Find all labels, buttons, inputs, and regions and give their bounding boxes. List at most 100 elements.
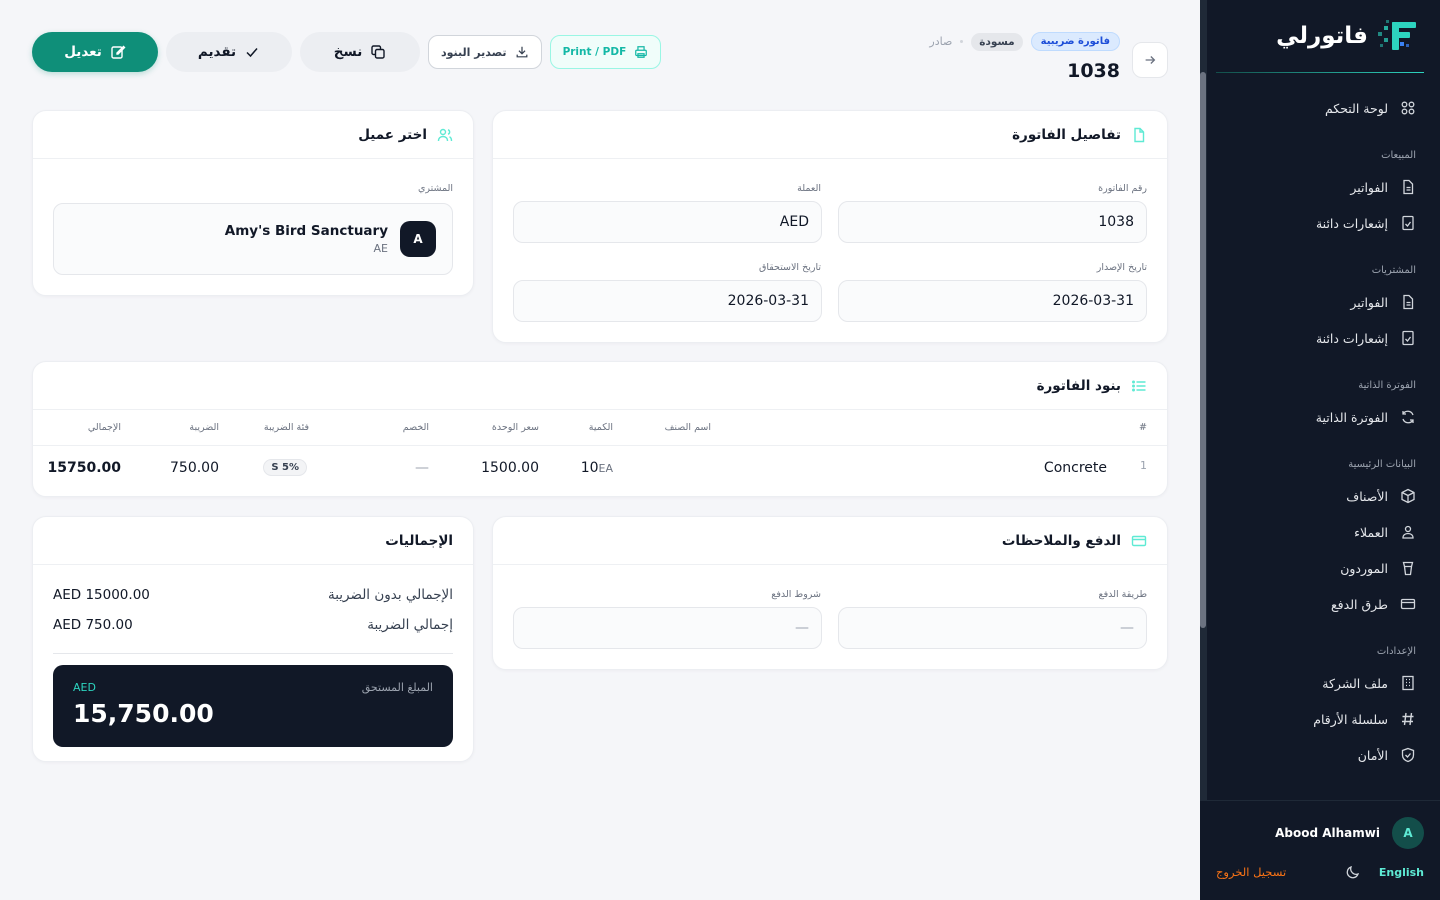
subtotal-label: الإجمالي بدون الضريبة (327, 587, 453, 603)
customer-info: Amy's Bird Sanctuary AE (225, 223, 388, 255)
invoice-items-card: بنود الفاتورة # اسم الصنف الكمية سعر الو… (32, 361, 1168, 497)
user-profile[interactable]: A Abood Alhamwi (1216, 817, 1424, 849)
row-item-name: Concrete (1043, 460, 1107, 476)
payment-method-label: طريقة الدفع (1098, 589, 1147, 600)
amount-due-box: المبلغ المستحق AED 15,750.00 (53, 665, 453, 747)
export-items-label: تصدير البنود (441, 45, 507, 59)
customer-card: اختر عميل المشتري A Amy's Bird Sanctuary… (32, 110, 474, 296)
printer-icon (635, 46, 648, 58)
invoice-details-header: تفاصيل الفاتورة (493, 111, 1167, 159)
tax-total-value: AED 750.00 (53, 617, 133, 633)
customer-country: AE (373, 242, 388, 255)
sidebar-item-purchase-credit-notes[interactable]: إشعارات دائنة (1200, 320, 1440, 356)
issue-date-label: تاريخ الإصدار (1096, 262, 1147, 273)
payment-terms-field[interactable]: — (513, 607, 822, 649)
sidebar-item-self-billing[interactable]: الفوترة الذاتية (1200, 399, 1440, 435)
credit-note-icon (1402, 215, 1414, 231)
row-unit: EA (598, 462, 613, 475)
sidebar-item-sales-credit-notes[interactable]: إشعارات دائنة (1200, 205, 1440, 241)
row-qty-value: 10 (580, 460, 599, 476)
building-icon (1402, 675, 1414, 691)
sidebar-item-dashboard[interactable]: لوحة التحكم (1200, 90, 1440, 126)
print-pdf-button[interactable]: Print / PDF (549, 35, 662, 69)
user-panel: A Abood Alhamwi English تسجيل الخروج (1200, 800, 1440, 900)
totals-divider (53, 653, 453, 654)
users-icon (437, 128, 453, 141)
tax-total-label: إجمالي الضريبة (367, 617, 453, 633)
card-icon (1131, 535, 1147, 546)
subtotal-value: AED 15000.00 (53, 587, 150, 603)
invoice-items-title: بنود الفاتورة (1036, 377, 1121, 394)
sidebar-item-label: طرق الدفع (1331, 596, 1388, 612)
language-toggle[interactable]: English (1379, 866, 1424, 879)
arrow-right-icon (1145, 56, 1156, 64)
user-avatar: A (1392, 817, 1424, 849)
file-icon (1403, 179, 1414, 195)
sidebar-item-purchase-invoices[interactable]: الفواتير (1200, 284, 1440, 320)
export-items-button[interactable]: تصدير البنود (428, 35, 542, 69)
sidebar: فاتورلي لوحة التحكم المبيعات الفواتير إش… (1200, 0, 1440, 900)
due-date-field[interactable]: 2026-03-31 (513, 280, 822, 322)
row-unit-price: 1500.00 (481, 460, 539, 476)
edit-button[interactable]: تعديل (32, 32, 158, 72)
items-table-header: # اسم الصنف الكمية سعر الوحدة الخصم فئة … (33, 410, 1167, 446)
customer-name: Amy's Bird Sanctuary (224, 223, 388, 239)
sidebar-item-suppliers[interactable]: الموردون (1200, 550, 1440, 586)
issue-date-field[interactable]: 2026-03-31 (838, 280, 1147, 322)
logout-button[interactable]: تسجيل الخروج (1216, 865, 1286, 879)
status-separator (960, 40, 964, 43)
payment-terms-label: شروط الدفع (771, 589, 821, 600)
sidebar-item-payment-methods[interactable]: طرق الدفع (1200, 586, 1440, 622)
sidebar-item-label: الأصناف (1346, 488, 1388, 504)
grid-icon (1401, 101, 1415, 115)
amount-due-value: 15,750.00 (73, 699, 214, 728)
sidebar-item-label: الموردون (1340, 560, 1388, 576)
sidebar-item-label: لوحة التحكم (1324, 100, 1388, 116)
totals-header: الإجماليات (33, 517, 473, 565)
currency-field[interactable]: AED (513, 201, 822, 243)
col-tax: الضريبة (189, 422, 219, 433)
copy-icon (371, 45, 385, 59)
submit-button-label: تقديم (197, 44, 237, 60)
sidebar-item-products[interactable]: الأصناف (1200, 478, 1440, 514)
moon-icon[interactable] (1345, 864, 1361, 880)
hash-icon (1402, 712, 1414, 726)
sidebar-item-label: العملاء (1354, 524, 1388, 540)
sidebar-item-number-series[interactable]: سلسلة الأرقام (1200, 701, 1440, 737)
sidebar-item-security[interactable]: الأمان (1200, 737, 1440, 773)
totals-card: الإجماليات الإجمالي بدون الضريبة AED 150… (32, 516, 474, 762)
submit-button[interactable]: تقديم (166, 32, 292, 72)
row-total: 15750.00 (47, 460, 121, 476)
copy-button-label: نسخ (333, 44, 363, 60)
invoice-details-card: تفاصيل الفاتورة رقم الفاتورة 1038 العملة… (492, 110, 1168, 343)
brand[interactable]: فاتورلي (1220, 16, 1420, 56)
back-button[interactable] (1132, 42, 1168, 78)
draft-badge: مسودة (971, 32, 1023, 51)
selected-customer[interactable]: A Amy's Bird Sanctuary AE (53, 203, 453, 275)
invoice-items-header: بنود الفاتورة (33, 362, 1167, 410)
invoice-number-field[interactable]: 1038 (838, 201, 1147, 243)
sidebar-item-label: إشعارات دائنة (1315, 215, 1388, 231)
card-icon (1400, 598, 1416, 610)
due-date-label: تاريخ الاستحقاق (758, 262, 821, 273)
row-quantity: 10EA (581, 460, 613, 476)
sidebar-item-customers[interactable]: العملاء (1200, 514, 1440, 550)
payment-notes-card: الدفع والملاحظات طريقة الدفع — شروط الدف… (492, 516, 1168, 670)
sidebar-item-company-profile[interactable]: ملف الشركة (1200, 665, 1440, 701)
customer-avatar: A (400, 221, 436, 257)
col-discount: الخصم (402, 422, 429, 433)
customer-title: اختر عميل (358, 126, 427, 143)
payment-method-field[interactable]: — (838, 607, 1147, 649)
row-number: 1 (1140, 459, 1147, 472)
copy-button[interactable]: نسخ (300, 32, 420, 72)
invoice-number-label: رقم الفاتورة (1098, 183, 1147, 194)
print-pdf-label: Print / PDF (562, 46, 627, 58)
row-tax: 750.00 (170, 460, 219, 476)
brand-name: فاتورلي (1276, 23, 1368, 49)
list-icon (1132, 380, 1146, 391)
sidebar-item-sales-invoices[interactable]: الفواتير (1200, 169, 1440, 205)
payment-notes-title: الدفع والملاحظات (1001, 532, 1121, 549)
table-row[interactable]: 1 Concrete 10EA 1500.00 — S 5% 750.00 15… (33, 446, 1167, 494)
credit-note-icon (1402, 330, 1414, 346)
sidebar-item-label: سلسلة الأرقام (1313, 711, 1388, 727)
